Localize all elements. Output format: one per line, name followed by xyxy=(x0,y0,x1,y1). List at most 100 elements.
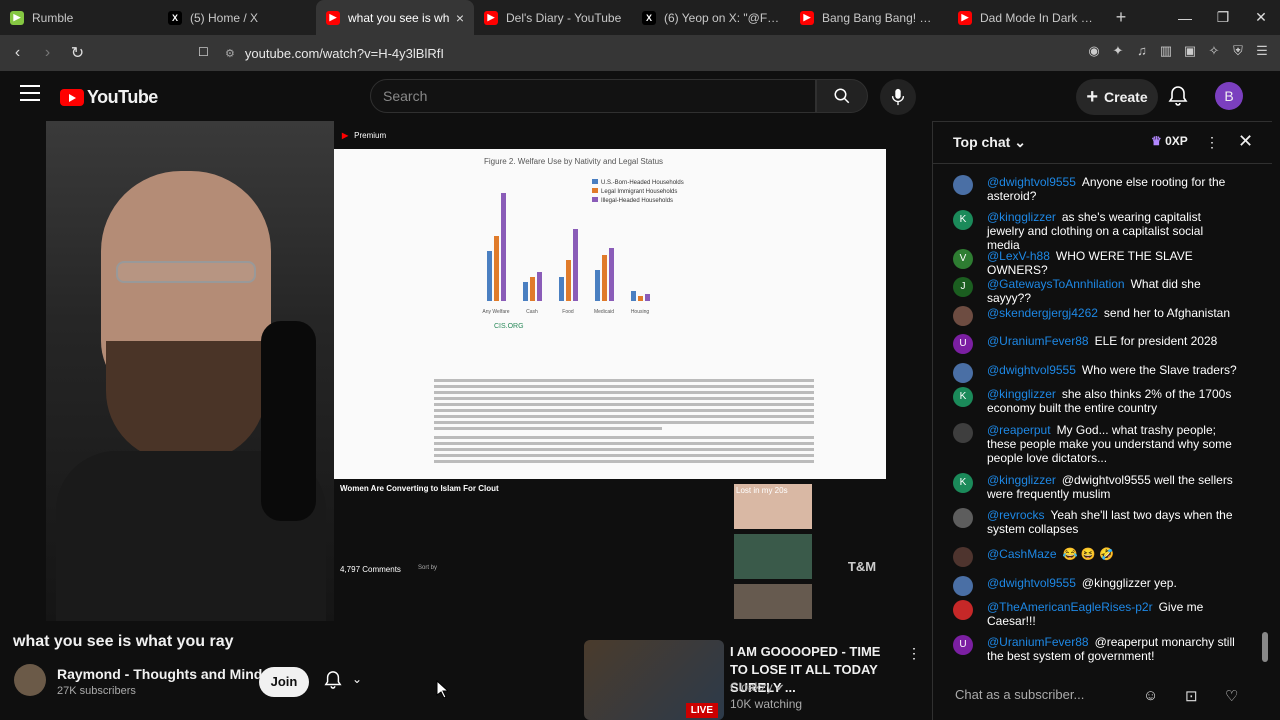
chat-author[interactable]: @dwightvol9555 xyxy=(987,175,1076,189)
chart-bar xyxy=(537,272,542,301)
search-input[interactable]: Search xyxy=(370,79,816,113)
plus-icon: + xyxy=(1086,85,1099,108)
chart-bar xyxy=(631,291,636,301)
search-button[interactable] xyxy=(816,79,868,113)
chat-avatar[interactable] xyxy=(953,576,973,596)
puzzle-icon[interactable]: ✦ xyxy=(1110,43,1126,61)
voice-search-button[interactable] xyxy=(880,79,916,115)
sparkle-icon[interactable]: ✧ xyxy=(1206,43,1222,61)
chat-avatar[interactable]: V xyxy=(953,249,973,269)
chat-author[interactable]: @UraniumFever88 xyxy=(987,334,1089,348)
chat-author[interactable]: @dwightvol9555 xyxy=(987,576,1076,590)
xp-badge[interactable]: ♛ 0XP xyxy=(1151,134,1188,148)
tab-title: Bang Bang Bang! HD - You xyxy=(822,10,938,25)
chat-message: @revrocks Yeah she'll last two days when … xyxy=(953,508,1237,536)
create-button[interactable]: + Create xyxy=(1076,79,1158,115)
sidebar-icon[interactable]: ▥ xyxy=(1158,43,1174,61)
super-chat-icon[interactable]: ⊡ xyxy=(1185,687,1198,705)
browser-tab[interactable]: ▶ what you see is wh × xyxy=(316,0,474,35)
menu-icon[interactable]: ☰ xyxy=(1254,43,1270,61)
minimize-icon[interactable]: — xyxy=(1166,0,1204,35)
embedded-video-title: Women Are Converting to Islam For Clout xyxy=(340,484,499,493)
chat-author[interactable]: @LexV-h88 xyxy=(987,249,1050,263)
chat-author[interactable]: @UraniumFever88 xyxy=(987,635,1089,649)
browser-tab[interactable]: ▶ Del's Diary - YouTube xyxy=(474,0,632,35)
chat-author[interactable]: @GatewaysToAnnhilation xyxy=(987,277,1125,291)
chat-author[interactable]: @skendergjergj4262 xyxy=(987,306,1098,320)
chat-avatar[interactable] xyxy=(953,175,973,195)
chat-avatar[interactable]: K xyxy=(953,210,973,230)
chat-avatar[interactable]: K xyxy=(953,387,973,407)
chat-author[interactable]: @dwightvol9555 xyxy=(987,363,1076,377)
hamburger-icon[interactable] xyxy=(20,85,40,101)
chat-avatar[interactable]: U xyxy=(953,635,973,655)
chevron-down-icon[interactable]: ⌄ xyxy=(352,672,362,686)
subscription-bell-button[interactable] xyxy=(324,670,342,695)
browser-tab[interactable]: X (5) Home / X xyxy=(158,0,316,35)
chat-avatar[interactable] xyxy=(953,363,973,383)
chat-avatar[interactable] xyxy=(953,423,973,443)
chat-avatar[interactable] xyxy=(953,547,973,567)
new-tab-button[interactable]: + xyxy=(1106,7,1136,28)
chat-input[interactable]: Chat as a subscriber... xyxy=(955,680,1145,710)
recommended-channel[interactable]: Cloakzy ✔ xyxy=(730,680,784,694)
chat-avatar[interactable]: K xyxy=(953,473,973,493)
browser-tab[interactable]: ▶ Bang Bang Bang! HD - You xyxy=(790,0,948,35)
tab-title: what you see is wh xyxy=(348,10,450,25)
site-info-icon[interactable]: ⚙ xyxy=(225,47,235,60)
emoji-icon[interactable]: ☺ xyxy=(1143,687,1158,704)
chart-bar xyxy=(530,277,535,301)
chat-message: @dwightvol9555 Who were the Slave traders… xyxy=(953,363,1237,383)
chart-category-label: Medicaid xyxy=(593,309,614,315)
wallet-icon[interactable]: ▣ xyxy=(1182,43,1198,61)
tab-title: Rumble xyxy=(32,10,74,25)
chat-author[interactable]: @kingglizzer xyxy=(987,210,1056,224)
join-button[interactable]: Join xyxy=(259,667,309,697)
notifications-button[interactable] xyxy=(1168,85,1188,112)
video-player[interactable]: ▶ Premium Figure 2. Welfare Use by Nativ… xyxy=(46,121,886,621)
channel-avatar[interactable] xyxy=(14,664,46,696)
chart-bar xyxy=(595,269,600,301)
chat-text: Who were the Slave traders? xyxy=(1081,363,1237,377)
chat-author[interactable]: @kingglizzer xyxy=(987,473,1056,487)
channel-name[interactable]: Raymond - Thoughts and Mind xyxy=(57,666,262,682)
microphone xyxy=(261,321,316,521)
chat-scrollbar[interactable] xyxy=(1262,167,1268,667)
chat-avatar[interactable]: J xyxy=(953,277,973,297)
url-field[interactable]: ⚙ youtube.com/watch?v=H-4y3lBlRfI xyxy=(225,40,955,66)
browser-tab-bar: ▶ Rumble X (5) Home / X ▶ what you see is wh ×… xyxy=(0,0,1280,35)
more-options-icon[interactable]: ⋮ xyxy=(907,645,921,662)
chat-avatar[interactable]: U xyxy=(953,334,973,354)
forward-icon[interactable]: › xyxy=(35,44,60,62)
chat-author[interactable]: @kingglizzer xyxy=(987,387,1056,401)
account-avatar[interactable]: B xyxy=(1215,82,1243,110)
music-icon[interactable]: ♫ xyxy=(1134,43,1150,61)
heart-icon[interactable]: ♡ xyxy=(1225,687,1238,705)
browser-tab[interactable]: ▶ Dad Mode In Dark Mode xyxy=(948,0,1106,35)
browser-tab[interactable]: X (6) Yeop on X: "@Forsaken xyxy=(632,0,790,35)
recommended-thumbnail[interactable]: LIVE xyxy=(584,640,724,720)
chat-author[interactable]: @TheAmericanEagleRises-p2r xyxy=(987,600,1153,614)
top-chat-selector[interactable]: Top chat ⌄ xyxy=(953,134,1026,151)
browser-tab[interactable]: ▶ Rumble xyxy=(0,0,158,35)
close-tab-icon[interactable]: × xyxy=(456,10,464,26)
reload-icon[interactable]: ↻ xyxy=(65,43,90,63)
close-icon[interactable]: ✕ xyxy=(1238,131,1253,152)
youtube-logo[interactable]: YouTube xyxy=(60,87,158,108)
chat-avatar[interactable] xyxy=(953,600,973,620)
chat-author[interactable]: @revrocks xyxy=(987,508,1045,522)
chart-bar xyxy=(494,236,499,301)
tab-title: Dad Mode In Dark Mode xyxy=(980,10,1096,25)
close-window-icon[interactable]: ✕ xyxy=(1242,0,1280,35)
more-options-icon[interactable]: ⋮ xyxy=(1205,134,1219,151)
chart-bar xyxy=(559,277,564,301)
chat-author[interactable]: @reaperput xyxy=(987,423,1051,437)
chat-avatar[interactable] xyxy=(953,508,973,528)
ext-icon[interactable]: ◉ xyxy=(1086,43,1102,61)
shield-icon[interactable]: ⛨ xyxy=(1230,43,1246,61)
restore-icon[interactable]: ❐ xyxy=(1204,0,1242,35)
chat-author[interactable]: @CashMaze xyxy=(987,547,1057,561)
back-icon[interactable]: ‹ xyxy=(5,44,30,62)
bookmark-icon[interactable]: ☐ xyxy=(198,45,209,59)
chat-avatar[interactable] xyxy=(953,306,973,326)
